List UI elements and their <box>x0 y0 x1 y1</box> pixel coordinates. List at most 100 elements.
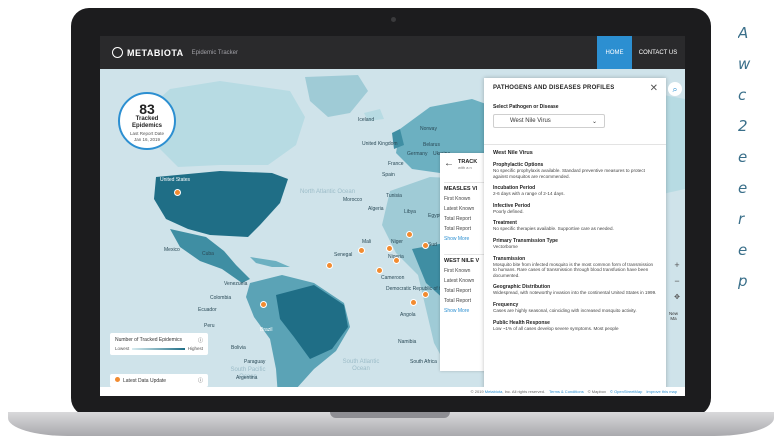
nav-contact-link[interactable]: CONTACT US <box>634 36 682 69</box>
zoom-out-button[interactable]: − <box>670 274 684 288</box>
country-label-mexico[interactable]: Mexico <box>164 247 180 253</box>
brand-logo[interactable]: METABIOTA Epidemic Tracker <box>112 47 238 58</box>
tracked-label-line2: Epidemics <box>131 123 162 129</box>
pathogen-select[interactable]: West Nile Virus ⌄ <box>493 114 605 128</box>
epidemic-marker-central-africa[interactable] <box>422 291 429 298</box>
tracked-epidemics-counter: 83 Tracked Epidemics Last Report Date Ja… <box>118 92 176 150</box>
chevron-down-icon: ⌄ <box>591 118 597 125</box>
app-screen: North Atlantic Ocean South Pacific Ocean… <box>100 36 685 396</box>
country-label-tunisia[interactable]: Tunisia <box>386 193 402 199</box>
profile-section: Frequency Cases are highly seasonal, coi… <box>493 302 657 314</box>
profile-section-text: No specific prophylaxis available. Stand… <box>493 168 645 179</box>
profile-section-text: 2-6 days with a range of 2-14 days. <box>493 191 565 197</box>
profile-section: Treatment No specific therapies availabl… <box>493 220 657 232</box>
nav-home-link[interactable]: HOME <box>597 36 632 69</box>
profile-section-text: Poorly defined. <box>493 208 524 214</box>
pathogen-profile-panel: PATHOGENS AND DISEASES PROFILES ✕ Select… <box>484 78 666 390</box>
search-icon[interactable]: ⌕ <box>668 82 682 96</box>
pan-icon[interactable]: ✥ <box>670 290 684 304</box>
profile-section: Public Health Response Low ~1% of all ca… <box>493 320 657 332</box>
map-legend: Number of Tracked Epidemics ⓘ Lowest Hig… <box>110 333 208 355</box>
country-label-algeria[interactable]: Algeria <box>368 206 384 212</box>
new-map-control[interactable]: New Ma <box>669 311 678 321</box>
country-label-south-africa[interactable]: South Africa <box>410 359 437 365</box>
country-label-spain[interactable]: Spain <box>382 172 395 178</box>
country-label-germany[interactable]: Germany <box>407 151 428 157</box>
country-label-belarus[interactable]: Belarus <box>423 142 440 148</box>
profile-body[interactable]: West Nile Virus Prophylactic Options No … <box>484 144 666 390</box>
country-label-venezuela[interactable]: Venezuela <box>224 281 247 287</box>
legend-color-scale <box>132 347 185 350</box>
country-label-mali[interactable]: Mali <box>362 239 371 245</box>
pathogen-select-value: West Nile Virus <box>510 118 551 124</box>
epidemic-marker-cameroon[interactable] <box>376 267 383 274</box>
country-label-cameroon[interactable]: Cameroon <box>381 275 404 281</box>
new-map-label-line2: Ma <box>670 316 677 321</box>
country-label-ecuador[interactable]: Ecuador <box>198 307 217 313</box>
brand-subtitle: Epidemic Tracker <box>191 49 239 56</box>
country-label-libya[interactable]: Libya <box>404 209 416 215</box>
epidemic-marker-niger[interactable] <box>386 245 393 252</box>
zoom-in-button[interactable]: + <box>670 258 684 272</box>
company-link[interactable]: Metabiota <box>485 389 503 394</box>
mapbox-attribution[interactable]: © Mapbox <box>588 389 606 394</box>
side-text-line: p <box>738 272 748 290</box>
profile-section-text: Mosquito bite from infected mosquito is … <box>493 261 654 278</box>
side-text-line: e <box>738 148 748 166</box>
country-label-iceland[interactable]: Iceland <box>358 117 374 123</box>
tracked-panel-subtitle: with a n <box>458 165 472 170</box>
disease-name: West Nile Virus <box>493 150 533 156</box>
profile-section-text: Widespread, with noteworthy invasion int… <box>493 290 657 296</box>
country-label-namibia[interactable]: Namibia <box>398 339 416 345</box>
side-text-line: r <box>738 210 745 228</box>
side-text-line: A <box>738 24 749 42</box>
country-label-peru[interactable]: Peru <box>204 323 215 329</box>
improve-map-link[interactable]: Improve this map <box>646 389 677 394</box>
country-label-senegal[interactable]: Senegal <box>334 252 352 258</box>
profile-section: Geographic Distribution Widespread, with… <box>493 284 657 296</box>
map-footer: © 2019 Metabiota, Inc. All rights reserv… <box>100 387 685 396</box>
copyright-prefix: © 2019 <box>470 389 484 394</box>
country-label-niger[interactable]: Niger <box>391 239 403 245</box>
last-report-date: Jan 16, 2019 <box>133 137 161 142</box>
side-text-line: 2 <box>738 117 748 135</box>
epidemic-marker-mali[interactable] <box>358 247 365 254</box>
epidemic-marker-drc[interactable] <box>410 299 417 306</box>
epidemic-marker-sahel[interactable] <box>406 231 413 238</box>
country-label-argentina[interactable]: Argentina <box>236 375 257 381</box>
latest-update-info-icon[interactable]: ⓘ <box>198 377 203 384</box>
legend-lowest: Lowest <box>115 346 130 351</box>
epidemic-marker-senegal[interactable] <box>326 262 333 269</box>
country-label-colombia[interactable]: Colombia <box>210 295 231 301</box>
ocean-label-south-atlantic: South Atlantic Ocean <box>342 359 380 372</box>
country-label-morocco[interactable]: Morocco <box>343 197 362 203</box>
country-label-egypt[interactable]: Egypt <box>428 213 441 219</box>
country-label-usa[interactable]: United States <box>160 177 190 183</box>
brand-name: METABIOTA <box>127 47 184 58</box>
epidemic-marker-sudan[interactable] <box>422 242 429 249</box>
country-label-angola[interactable]: Angola <box>400 312 416 318</box>
legend-info-icon[interactable]: ⓘ <box>198 337 203 344</box>
profile-section-text: Low ~1% of all cases develop severe symp… <box>493 325 619 331</box>
laptop-notch <box>330 412 450 418</box>
side-text-line: e <box>738 241 748 259</box>
epidemic-marker-brazil[interactable] <box>260 301 267 308</box>
country-label-brazil[interactable]: Brazil <box>260 327 273 333</box>
country-label-bolivia[interactable]: Bolivia <box>231 345 246 351</box>
country-label-sudan[interactable]: Sud <box>428 242 437 248</box>
profile-panel-title: PATHOGENS AND DISEASES PROFILES <box>493 85 615 91</box>
epidemic-marker-nigeria[interactable] <box>393 257 400 264</box>
country-label-cuba[interactable]: Cuba <box>202 251 214 257</box>
country-label-paraguay[interactable]: Paraguay <box>244 359 265 365</box>
terms-link[interactable]: Terms & Conditions <box>549 389 584 394</box>
country-label-norway[interactable]: Norway <box>420 126 437 132</box>
country-label-france[interactable]: France <box>388 161 404 167</box>
country-label-uk[interactable]: United Kingdom <box>362 141 398 147</box>
close-icon[interactable]: ✕ <box>650 84 658 100</box>
side-text-line: c <box>738 86 747 104</box>
back-arrow-icon[interactable]: ← <box>444 159 454 169</box>
side-marketing-text: A w c 2 e e r e p <box>738 18 778 297</box>
osm-attribution[interactable]: © OpenStreetMap <box>610 389 642 394</box>
epidemic-marker-usa[interactable] <box>174 189 181 196</box>
legend-title: Number of Tracked Epidemics <box>115 337 182 343</box>
